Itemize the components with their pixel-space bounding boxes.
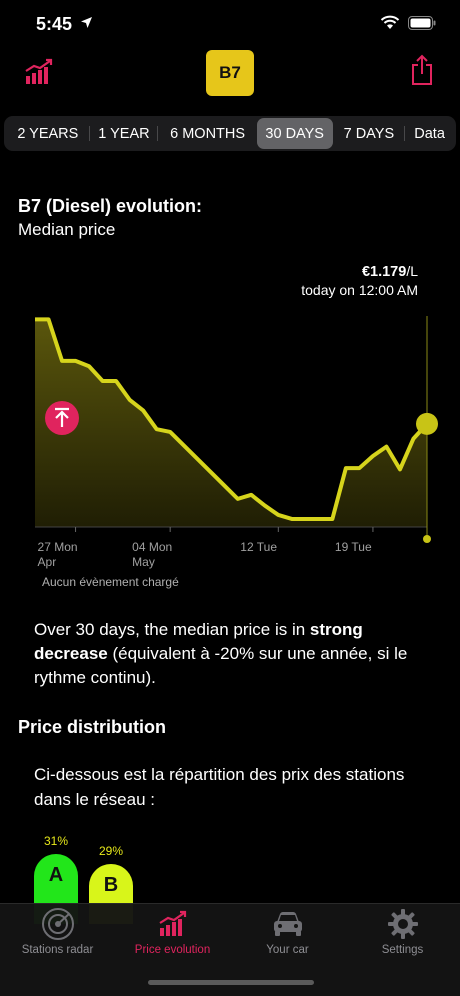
trend-summary: Over 30 days, the median price is in str… — [34, 618, 434, 690]
period-selector: 2 YEARS 1 YEAR 6 MONTHS 30 DAYS 7 DAYS D… — [4, 116, 456, 151]
x-tick-sublabel-1: May — [132, 555, 155, 569]
x-tick-label-0: 27 Mon — [38, 540, 78, 554]
bar-chart-icon — [158, 910, 186, 936]
home-indicator — [148, 980, 314, 985]
bar-a-percent: 31% — [43, 834, 69, 848]
status-bar: 5:45 — [0, 0, 460, 48]
period-data[interactable]: Data — [405, 118, 454, 149]
price-value: €1.179 — [361, 264, 407, 280]
fuel-type-button[interactable]: B7 — [206, 50, 254, 96]
nav-bar: B7 — [0, 48, 460, 100]
events-status: Aucun évènement chargé — [42, 575, 179, 589]
period-6-months[interactable]: 6 MONTHS — [158, 118, 257, 149]
distribution-text: Ci-dessous est la répartition des prix d… — [34, 765, 405, 809]
tab-label: Your car — [266, 944, 309, 956]
wifi-icon — [380, 15, 400, 29]
status-time: 5:45 — [36, 14, 73, 34]
price-chart[interactable]: 27 MonApr 04 MonMay 12 Tue 19 Tue — [0, 296, 460, 596]
tab-your-car[interactable]: Your car — [230, 908, 345, 956]
period-30-days[interactable]: 30 DAYS — [256, 118, 333, 149]
period-7-days[interactable]: 7 DAYS — [333, 118, 406, 149]
period-2-years[interactable]: 2 YEARS — [6, 118, 90, 149]
gear-icon — [387, 909, 418, 939]
current-price: €1.179/L today on 12:00 AM — [301, 262, 418, 299]
battery-icon — [408, 15, 436, 30]
tab-settings[interactable]: Settings — [345, 908, 460, 956]
tab-stations-radar[interactable]: Stations radar — [0, 908, 115, 956]
x-tick-label-1: 04 Mon — [132, 540, 172, 554]
chart-area — [35, 319, 427, 527]
tab-label: Stations radar — [21, 944, 94, 956]
price-trend-icon[interactable] — [24, 58, 54, 86]
chart-cursor-handle — [423, 535, 431, 543]
x-tick-label-2: 12 Tue — [240, 540, 277, 554]
price-unit: /L — [406, 263, 418, 279]
x-tick-label-3: 19 Tue — [335, 540, 372, 554]
x-tick-sublabel-0: Apr — [38, 555, 57, 569]
status-indicators — [380, 15, 436, 30]
section-subtitle: Median price — [18, 220, 116, 239]
period-1-year[interactable]: 1 YEAR — [90, 118, 159, 149]
car-icon — [273, 912, 302, 936]
tab-label: Settings — [381, 944, 424, 956]
radar-icon — [41, 908, 74, 940]
chart-current-point — [416, 412, 438, 435]
bar-b-percent: 29% — [98, 844, 124, 858]
section-title: B7 (Diesel) evolution: — [18, 196, 203, 216]
tab-price-evolution[interactable]: Price evolution — [115, 908, 230, 956]
tab-label: Price evolution — [134, 944, 211, 956]
summary-text-1: Over 30 days, the median price is in — [34, 620, 310, 639]
share-icon[interactable] — [410, 54, 434, 86]
location-arrow-icon — [81, 17, 92, 28]
distribution-title: Price distribution — [18, 717, 167, 737]
distribution-bars: 31% A 29% B — [0, 830, 460, 924]
